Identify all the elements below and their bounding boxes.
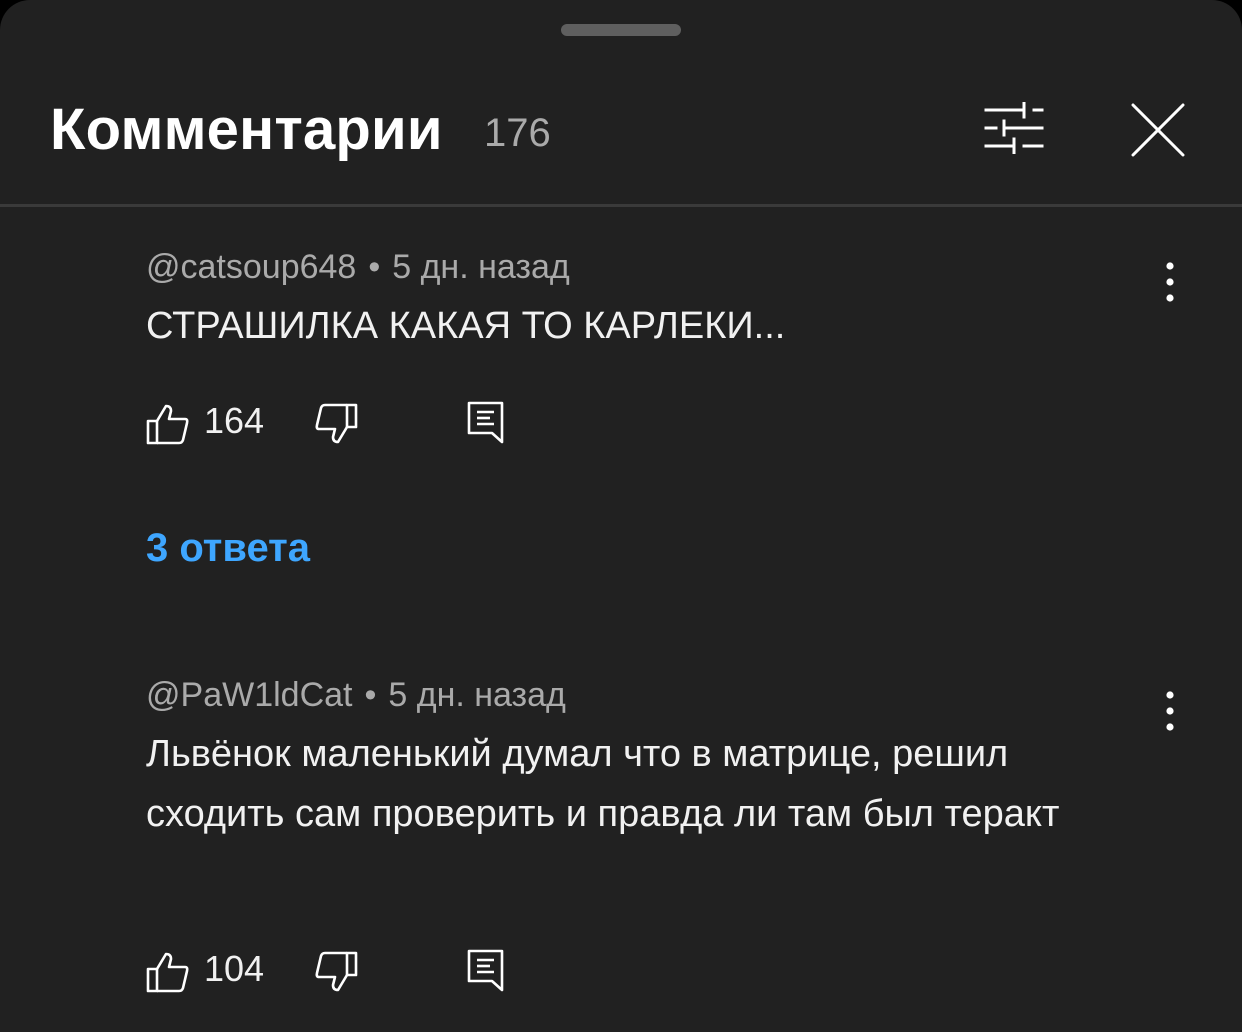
like-count: 104 [204, 948, 265, 989]
meta-separator: • [368, 248, 381, 286]
comments-sheet: Комментарии 176 @catsoup648 • 5 дн. наза… [0, 0, 1242, 1032]
close-button[interactable] [1122, 94, 1194, 166]
comment-time: 5 дн. назад [388, 676, 566, 714]
dislike-button[interactable] [314, 402, 358, 446]
reply-comment-icon [467, 949, 504, 992]
thumbs-up-icon [146, 952, 189, 993]
like-button[interactable] [146, 402, 190, 446]
comment-time: 5 дн. назад [392, 248, 570, 286]
more-options-button[interactable] [1150, 681, 1190, 741]
comment-actions: 104 [146, 942, 546, 1002]
comment-meta: @PaW1ldCat • 5 дн. назад [146, 676, 566, 715]
thumbs-down-icon [315, 403, 358, 444]
comment-meta: @catsoup648 • 5 дн. назад [146, 248, 570, 287]
reply-button[interactable] [466, 948, 506, 992]
comment-text: Львёнок маленький думал что в матрице, р… [146, 733, 1060, 835]
thumbs-up-icon [146, 404, 189, 445]
dislike-button[interactable] [314, 950, 358, 994]
meta-separator: • [364, 676, 377, 714]
header-divider [0, 204, 1242, 207]
comment-actions: 164 [146, 394, 546, 454]
more-vertical-icon [1166, 262, 1174, 302]
comment-author[interactable]: @catsoup648 [146, 248, 356, 286]
reply-button[interactable] [466, 400, 506, 444]
close-icon [1131, 103, 1185, 157]
comments-count: 176 [484, 111, 551, 155]
comment-author[interactable]: @PaW1ldCat [146, 676, 352, 714]
filter-button[interactable] [976, 96, 1052, 160]
more-options-button[interactable] [1150, 252, 1190, 312]
like-count: 164 [204, 400, 265, 441]
sliders-icon [984, 102, 1044, 154]
more-vertical-icon [1166, 691, 1174, 731]
page-title: Комментарии [50, 97, 443, 162]
like-button[interactable] [146, 950, 190, 994]
comment-text: СТРАШИЛКА КАКАЯ ТО КАРЛЕКИ... [146, 305, 786, 347]
reply-comment-icon [467, 401, 504, 444]
thumbs-down-icon [315, 951, 358, 992]
view-replies-link[interactable]: 3 ответа [146, 526, 310, 571]
comments-header: Комментарии 176 [0, 0, 1242, 205]
